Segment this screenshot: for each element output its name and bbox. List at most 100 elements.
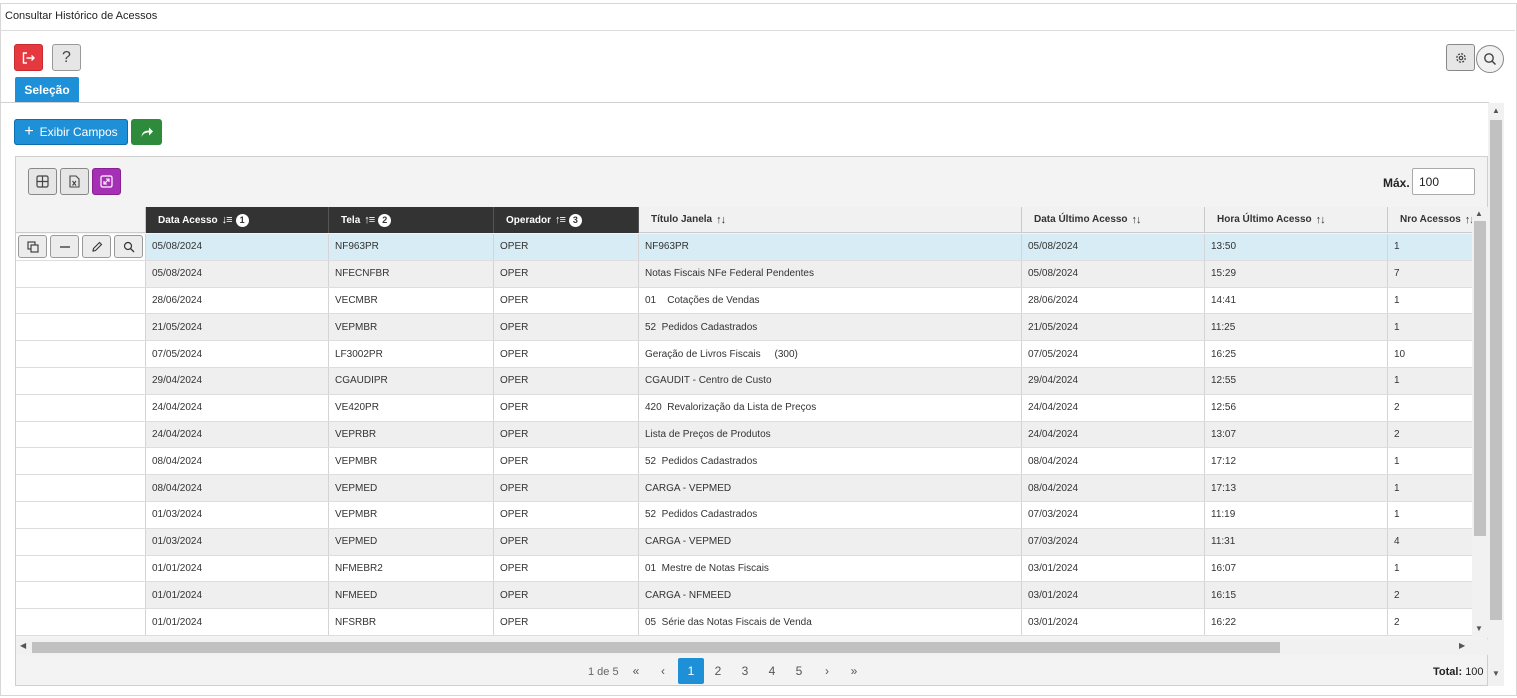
prev-page-button[interactable]: ‹ xyxy=(650,658,676,684)
sort-order-badge: 2 xyxy=(378,213,392,227)
remove-row-button[interactable] xyxy=(50,235,79,259)
expand-button[interactable] xyxy=(92,168,121,195)
cell-data-ultimo-acesso: 28/06/2024 xyxy=(1022,287,1205,314)
header-data-ultimo-acesso[interactable]: Data Último Acesso ↑↓ xyxy=(1022,207,1205,233)
header-titulo-janela[interactable]: Título Janela ↑↓ xyxy=(639,207,1022,233)
table-row[interactable]: 24/04/2024 VE420PR OPER 420 Revalorização d… xyxy=(16,394,1472,422)
scroll-left-icon[interactable]: ◀ xyxy=(20,641,26,650)
edit-row-button[interactable] xyxy=(82,235,111,259)
cell-data-acesso: 01/03/2024 xyxy=(146,528,329,555)
scroll-thumb[interactable] xyxy=(1474,221,1486,536)
cell-operador: OPER xyxy=(494,475,639,501)
help-button[interactable]: ? xyxy=(52,44,81,71)
columns-layout-button[interactable] xyxy=(28,168,57,195)
last-page-button[interactable]: » xyxy=(841,658,867,684)
cell-data-ultimo-acesso: 05/08/2024 xyxy=(1022,260,1205,287)
cell-nro-acessos: 1 xyxy=(1394,562,1400,574)
max-input[interactable] xyxy=(1412,168,1475,195)
page-1-button[interactable]: 1 xyxy=(678,658,704,684)
table-row[interactable]: 01/03/2024 VEPMBR OPER 52 Pedidos Cadastrad… xyxy=(16,501,1472,529)
share-button[interactable] xyxy=(131,119,162,145)
table-header: Data Acesso ↓≡ 1 Tela ↑≡ 2 Operador ↑≡ 3… xyxy=(16,207,1472,233)
cell-nro-acessos: 2 xyxy=(1394,589,1400,601)
page-5-button[interactable]: 5 xyxy=(786,658,812,684)
row-actions xyxy=(16,582,146,609)
export-excel-button[interactable] xyxy=(60,168,89,195)
page-vertical-scrollbar[interactable]: ▲ ▼ xyxy=(1488,103,1504,686)
duplicate-row-button[interactable] xyxy=(18,235,47,259)
table-row[interactable]: 05/08/2024 NFECNFBR OPER Notas Fiscais NFe … xyxy=(16,260,1472,288)
exit-button[interactable] xyxy=(14,44,43,71)
table-row[interactable]: 01/01/2024 NFMEED OPER CARGA - NFMEED 03/01/… xyxy=(16,582,1472,610)
table-row[interactable]: 01/01/2024 NFMEBR2 OPER 01 Mestre de Notas … xyxy=(16,555,1472,583)
cell-hora-ultimo-acesso: 11:25 xyxy=(1205,314,1388,341)
scroll-thumb[interactable] xyxy=(32,642,1280,653)
tab-selecao[interactable]: Seleção xyxy=(15,77,79,102)
scroll-thumb[interactable] xyxy=(1490,120,1502,620)
settings-button[interactable] xyxy=(1446,44,1475,71)
table-row[interactable]: 24/04/2024 VEPRBR OPER Lista de Preços de P… xyxy=(16,421,1472,449)
scroll-down-icon[interactable]: ▼ xyxy=(1492,669,1500,678)
table-row[interactable]: 21/05/2024 VEPMBR OPER 52 Pedidos Cadastrad… xyxy=(16,314,1472,342)
cell-operador: OPER xyxy=(494,555,639,582)
header-tela[interactable]: Tela ↑≡ 2 xyxy=(329,207,494,233)
sort-icon: ↑↓ xyxy=(1464,213,1472,226)
cell-nro-acessos: 4 xyxy=(1394,536,1400,548)
cell-hora-ultimo-acesso: 14:41 xyxy=(1205,287,1388,314)
minus-icon xyxy=(59,241,71,253)
table-row[interactable]: 08/04/2024 VEPMED OPER CARGA - VEPMED 08/04/… xyxy=(16,475,1472,502)
cell-tela: NFSRBR xyxy=(329,609,494,635)
cell-nro-acessos: 1 xyxy=(1394,375,1400,387)
search-icon xyxy=(123,241,135,253)
cell-data-ultimo-acesso: 03/01/2024 xyxy=(1022,582,1205,609)
scroll-up-icon[interactable]: ▲ xyxy=(1475,209,1483,218)
cell-tela: CGAUDIPR xyxy=(329,367,494,394)
cell-titulo-janela: NF963PR xyxy=(639,234,1022,260)
cell-data-acesso: 24/04/2024 xyxy=(146,394,329,421)
cell-tela: NFECNFBR xyxy=(329,260,494,287)
grid-icon xyxy=(36,175,49,188)
table-row[interactable]: 01/01/2024 NFSRBR OPER 05 Série das Notas F… xyxy=(16,609,1472,636)
cell-tela: VE420PR xyxy=(329,394,494,421)
table-row[interactable]: 08/04/2024 VEPMBR OPER 52 Pedidos Cadastrad… xyxy=(16,448,1472,476)
cell-nro-acessos: 1 xyxy=(1394,241,1400,253)
header-hora-ultimo-acesso[interactable]: Hora Último Acesso ↑↓ xyxy=(1205,207,1388,233)
row-actions xyxy=(16,341,146,367)
table-row[interactable]: 07/05/2024 LF3002PR OPER Geração de Livros … xyxy=(16,341,1472,368)
scroll-right-icon[interactable]: ▶ xyxy=(1459,641,1465,650)
view-row-button[interactable] xyxy=(114,235,143,259)
cell-data-ultimo-acesso: 05/08/2024 xyxy=(1022,234,1205,260)
exibir-campos-button[interactable]: + Exibir Campos xyxy=(14,119,128,145)
cell-hora-ultimo-acesso: 16:25 xyxy=(1205,341,1388,367)
global-search-button[interactable] xyxy=(1476,45,1504,73)
cell-titulo-janela: 420 Revalorização da Lista de Preços xyxy=(639,394,1022,421)
header-nro-acessos[interactable]: Nro Acessos ↑↓ xyxy=(1388,207,1472,233)
page-2-button[interactable]: 2 xyxy=(705,658,731,684)
table-vertical-scrollbar[interactable]: ▲ ▼ xyxy=(1472,207,1488,638)
cell-nro-acessos: 1 xyxy=(1394,482,1400,494)
row-actions xyxy=(16,287,146,314)
table-horizontal-scrollbar[interactable]: ◀ ▶ xyxy=(16,639,1488,655)
cell-nro-acessos: 1 xyxy=(1394,509,1400,521)
scroll-up-icon[interactable]: ▲ xyxy=(1492,106,1500,115)
table-row[interactable]: 01/03/2024 VEPMED OPER CARGA - VEPMED 07/03/… xyxy=(16,528,1472,556)
scroll-down-icon[interactable]: ▼ xyxy=(1475,624,1483,633)
cell-data-ultimo-acesso: 24/04/2024 xyxy=(1022,394,1205,421)
page-4-button[interactable]: 4 xyxy=(759,658,785,684)
cell-tela: VECMBR xyxy=(329,287,494,314)
page-3-button[interactable]: 3 xyxy=(732,658,758,684)
table-row[interactable]: 28/06/2024 VECMBR OPER 01 Cotações de Venda… xyxy=(16,287,1472,315)
table-row[interactable]: 05/08/2024 NF963PR OPER NF963PR 05/08/2024 13… xyxy=(16,234,1472,261)
header-data-acesso[interactable]: Data Acesso ↓≡ 1 xyxy=(146,207,329,233)
cell-data-acesso: 08/04/2024 xyxy=(146,475,329,501)
gear-icon xyxy=(1455,52,1466,63)
next-page-button[interactable]: › xyxy=(814,658,840,684)
row-actions xyxy=(16,314,146,341)
header-operador[interactable]: Operador ↑≡ 3 xyxy=(494,207,639,233)
first-page-button[interactable]: « xyxy=(623,658,649,684)
cell-titulo-janela: 52 Pedidos Cadastrados xyxy=(639,501,1022,528)
sort-icon: ↑↓ xyxy=(1131,213,1142,226)
cell-hora-ultimo-acesso: 16:07 xyxy=(1205,555,1388,582)
table-body: 05/08/2024 NF963PR OPER NF963PR 05/08/2024 13… xyxy=(16,234,1472,638)
table-row[interactable]: 29/04/2024 CGAUDIPR OPER CGAUDIT - Centro d… xyxy=(16,367,1472,395)
